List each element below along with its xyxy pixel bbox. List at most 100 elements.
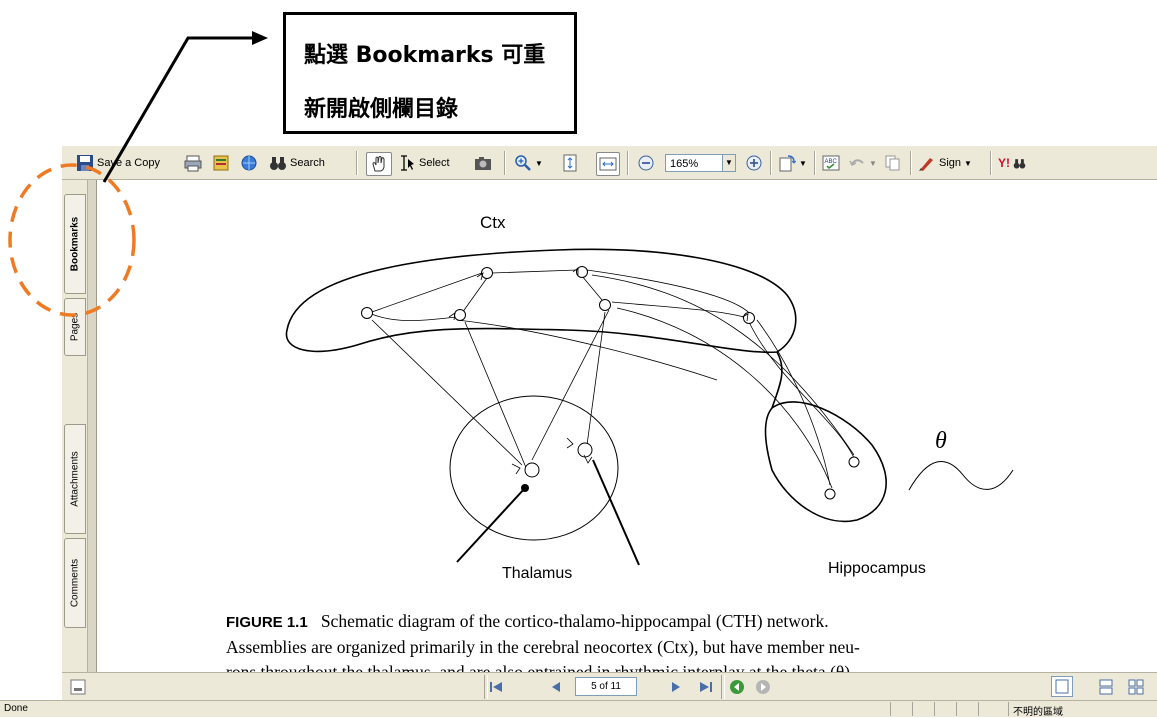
fit-width-button[interactable]: [596, 152, 620, 176]
search-label: Search: [290, 157, 325, 169]
tab-pages[interactable]: Pages: [64, 298, 86, 356]
copy-button[interactable]: [884, 152, 902, 174]
yahoo-search-button[interactable]: Y!: [998, 152, 1026, 174]
plus-circle-icon: [746, 155, 762, 171]
tab-attachments-label: Attachments: [69, 451, 81, 507]
svg-text:ABC: ABC: [825, 159, 838, 165]
toolbar-divider: [627, 151, 629, 175]
hippocampus-label: Hippocampus: [828, 560, 926, 577]
copy-icon: [885, 155, 900, 171]
tab-comments-label: Comments: [69, 558, 81, 608]
undo-icon: [849, 159, 864, 167]
theta-wave: [908, 461, 1014, 491]
ctx-neuron: [743, 312, 755, 324]
chevron-down-icon: ▼: [799, 158, 807, 168]
chevron-down-icon: ▼: [535, 158, 543, 168]
page-number-input[interactable]: 5 of 11: [575, 677, 637, 696]
security-zone-text: 不明的區域: [1013, 707, 1063, 718]
select-tool-button[interactable]: Select: [398, 152, 450, 174]
thalamus-pointer-line: [456, 487, 526, 563]
toolbar-divider: [356, 151, 358, 175]
zoom-dropdown[interactable]: ▼: [722, 154, 736, 172]
zoom-in-button[interactable]: [745, 152, 763, 174]
page-number-value: 5 of 11: [591, 681, 621, 692]
tab-pages-label: Pages: [69, 312, 81, 342]
snapshot-button[interactable]: [474, 152, 492, 174]
status-divider: [1008, 702, 1009, 716]
caption-line-2: Assemblies are organized primarily in th…: [226, 637, 860, 657]
ctx-label: Ctx: [480, 213, 506, 232]
ctx-region: [285, 248, 797, 354]
document-view[interactable]: Ctx Thalamus Hippocampus θ FIGURE 1.1 Sc…: [97, 180, 1157, 672]
sign-button[interactable]: Sign ▼: [918, 152, 972, 174]
rotate-button[interactable]: ▼: [778, 152, 807, 174]
email-button[interactable]: [240, 152, 258, 174]
facing-pages-icon[interactable]: [1128, 679, 1144, 695]
zoom-out-button[interactable]: [637, 152, 655, 174]
organizer-button[interactable]: [212, 152, 230, 174]
hippocampus-neuron: [848, 456, 860, 468]
hand-tool-button[interactable]: [366, 152, 392, 176]
caption-line-1: Schematic diagram of the cortico-thalamo…: [320, 611, 829, 631]
globe-mail-icon: [241, 155, 257, 171]
hand-icon: [372, 156, 385, 172]
previous-page-icon[interactable]: [548, 679, 564, 695]
camera-icon: [475, 157, 491, 170]
floppy-disk-icon: [77, 155, 93, 171]
ctx-neuron: [599, 299, 611, 311]
fit-width-icon: [599, 157, 617, 171]
status-divider: [912, 702, 913, 716]
tab-attachments[interactable]: Attachments: [64, 424, 86, 534]
next-view-icon[interactable]: [755, 679, 771, 695]
chevron-down-icon: ▼: [869, 158, 877, 168]
status-divider: [934, 702, 935, 716]
previous-view-icon[interactable]: [729, 679, 745, 695]
tab-comments[interactable]: Comments: [64, 538, 86, 628]
print-button[interactable]: [184, 152, 202, 174]
undo-button[interactable]: ▼: [848, 152, 877, 174]
next-page-icon[interactable]: [668, 679, 684, 695]
zoom-in-tool-button[interactable]: ▼: [514, 152, 543, 174]
navigation-pane: Bookmarks Pages Attachments Comments: [62, 180, 88, 672]
theta-label: θ: [935, 428, 947, 454]
first-page-icon[interactable]: [488, 679, 504, 695]
last-page-icon[interactable]: [698, 679, 714, 695]
minus-circle-icon: [638, 155, 654, 171]
status-divider: [956, 702, 957, 716]
save-copy-button[interactable]: Save a Copy: [76, 152, 160, 174]
sign-label: Sign: [939, 157, 962, 169]
figure-caption: FIGURE 1.1 Schematic diagram of the cort…: [226, 609, 1056, 672]
zoom-value: 165%: [670, 158, 699, 170]
page-layout-icon[interactable]: [70, 679, 86, 695]
binoculars-icon: [1013, 158, 1026, 169]
toolbar-divider: [990, 151, 992, 175]
figure-diagram: Ctx Thalamus Hippocampus θ: [285, 213, 1014, 582]
status-text: Done: [4, 703, 28, 714]
annotation-line-2: 新開啟側欄目錄: [304, 97, 459, 122]
binoculars-icon: [270, 157, 286, 170]
single-page-icon: [1055, 679, 1069, 694]
toolbar-divider: [504, 151, 506, 175]
status-divider: [890, 702, 891, 716]
caption-line-3: rons throughout the thalamus, and are al…: [226, 662, 851, 672]
tab-bookmarks-label: Bookmarks: [69, 216, 81, 272]
text-cursor-icon: [401, 155, 414, 171]
hippocampus-neuron: [824, 488, 836, 500]
fit-height-button[interactable]: [561, 152, 579, 174]
search-button[interactable]: Search: [269, 152, 325, 174]
figure-number: FIGURE 1.1: [226, 614, 308, 631]
status-divider: [978, 702, 979, 716]
save-copy-label: Save a Copy: [97, 157, 160, 169]
annotation-line-1: 點選 Bookmarks 可重: [304, 43, 546, 68]
thalamus-neuron: [577, 442, 593, 458]
callout-arrowhead: [252, 31, 268, 45]
continuous-page-icon[interactable]: [1098, 679, 1114, 695]
page-navigation-bar: 5 of 11: [62, 672, 1157, 700]
spell-check-button[interactable]: ABC: [822, 152, 840, 174]
navigation-splitter[interactable]: [88, 180, 97, 672]
pen-icon: [919, 158, 933, 171]
printer-icon: [184, 155, 202, 172]
single-page-button[interactable]: [1051, 676, 1073, 697]
annotation-callout: 點選 Bookmarks 可重 新開啟側欄目錄: [283, 12, 577, 134]
tab-bookmarks[interactable]: Bookmarks: [64, 194, 86, 294]
